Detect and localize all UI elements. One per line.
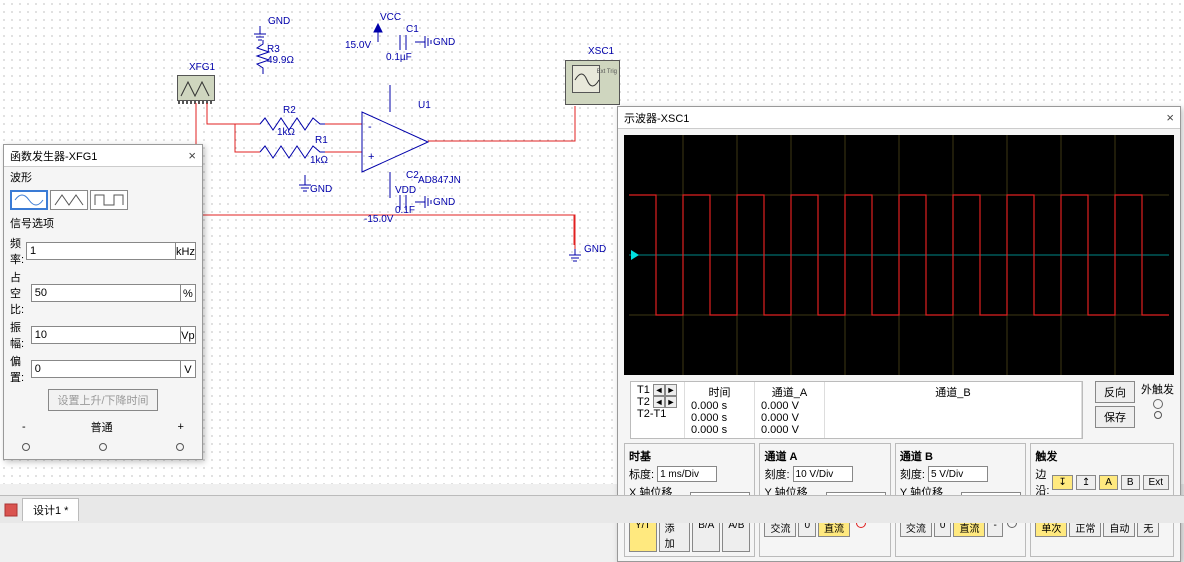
- terminal-plus: +: [178, 421, 184, 433]
- svg-text:+: +: [368, 151, 374, 163]
- amp-unit[interactable]: Vp: [181, 326, 196, 344]
- edge-fall-button[interactable]: ↥: [1076, 475, 1096, 490]
- offset-label: 偏置:: [10, 353, 31, 385]
- wave-section-label: 波形: [4, 167, 202, 187]
- cha-scale-input[interactable]: [793, 466, 853, 482]
- mode-ab-button[interactable]: A/B: [722, 518, 750, 552]
- wave-sine-button[interactable]: [10, 190, 48, 210]
- timebase-scale-input[interactable]: [657, 466, 717, 482]
- rise-time-button: 设置上升/下降时间: [48, 389, 157, 411]
- design-icon: [4, 503, 18, 517]
- duty-unit: %: [181, 284, 196, 302]
- terminal-minus: -: [22, 421, 26, 433]
- amp-input[interactable]: [31, 326, 181, 344]
- mode-yt-button[interactable]: Y/T: [629, 518, 657, 552]
- mode-add-button[interactable]: 添加: [659, 518, 691, 552]
- function-generator-dialog[interactable]: 函数发生器-XFG1 × 波形 信号选项 频率:kHz 占空比:% 振幅:Vp …: [3, 144, 203, 460]
- svg-text:-: -: [368, 121, 372, 133]
- close-icon[interactable]: ×: [188, 148, 196, 163]
- scope-title: 示波器-XSC1: [624, 110, 689, 126]
- oscilloscope-dialog[interactable]: 示波器-XSC1 × T1 ◄► T2 ◄► T2-T1 时间 0.000 s: [617, 106, 1181, 562]
- signal-section-label: 信号选项: [4, 213, 202, 233]
- xfg-title: 函数发生器-XFG1: [10, 148, 97, 164]
- tab-bar: 设计1 *: [0, 495, 1184, 523]
- tab-design1[interactable]: 设计1 *: [22, 498, 79, 521]
- terminal-common-jack[interactable]: [99, 443, 107, 451]
- edge-ext-button[interactable]: Ext: [1143, 475, 1169, 490]
- close-icon[interactable]: ×: [1166, 110, 1174, 125]
- scope-screen[interactable]: [624, 135, 1174, 375]
- scope-waveform: [624, 135, 1174, 375]
- cursor-panel: T1 ◄► T2 ◄► T2-T1 时间 0.000 s 0.000 s 0.0…: [630, 381, 1083, 439]
- offset-input[interactable]: [31, 360, 181, 378]
- t2-right-button[interactable]: ►: [665, 396, 677, 408]
- duty-input[interactable]: [31, 284, 181, 302]
- t2-left-button[interactable]: ◄: [653, 396, 665, 408]
- freq-unit[interactable]: kHz: [176, 242, 196, 260]
- duty-label: 占空比:: [10, 269, 31, 317]
- ext-trig-label: 外触发: [1141, 381, 1174, 397]
- chb-scale-input[interactable]: [928, 466, 988, 482]
- mode-ba-button[interactable]: B/A: [692, 518, 720, 552]
- wave-square-button[interactable]: [90, 190, 128, 210]
- offset-unit[interactable]: V: [181, 360, 196, 378]
- edge-a-button[interactable]: A: [1099, 475, 1118, 490]
- wave-triangle-button[interactable]: [50, 190, 88, 210]
- save-button[interactable]: 保存: [1095, 406, 1135, 428]
- reverse-button[interactable]: 反向: [1095, 381, 1135, 403]
- terminal-plus-jack[interactable]: [176, 443, 184, 451]
- terminal-minus-jack[interactable]: [22, 443, 30, 451]
- terminal-common: 普通: [91, 419, 113, 435]
- t1-left-button[interactable]: ◄: [653, 384, 665, 396]
- t1-right-button[interactable]: ►: [665, 384, 677, 396]
- ext-trig-jack[interactable]: [1154, 411, 1162, 419]
- edge-rise-button[interactable]: ↧: [1052, 475, 1072, 490]
- edge-b-button[interactable]: B: [1121, 475, 1140, 490]
- amp-label: 振幅:: [10, 319, 31, 351]
- ext-trig-radio[interactable]: [1153, 399, 1163, 409]
- freq-input[interactable]: [26, 242, 176, 260]
- freq-label: 频率:: [10, 235, 26, 267]
